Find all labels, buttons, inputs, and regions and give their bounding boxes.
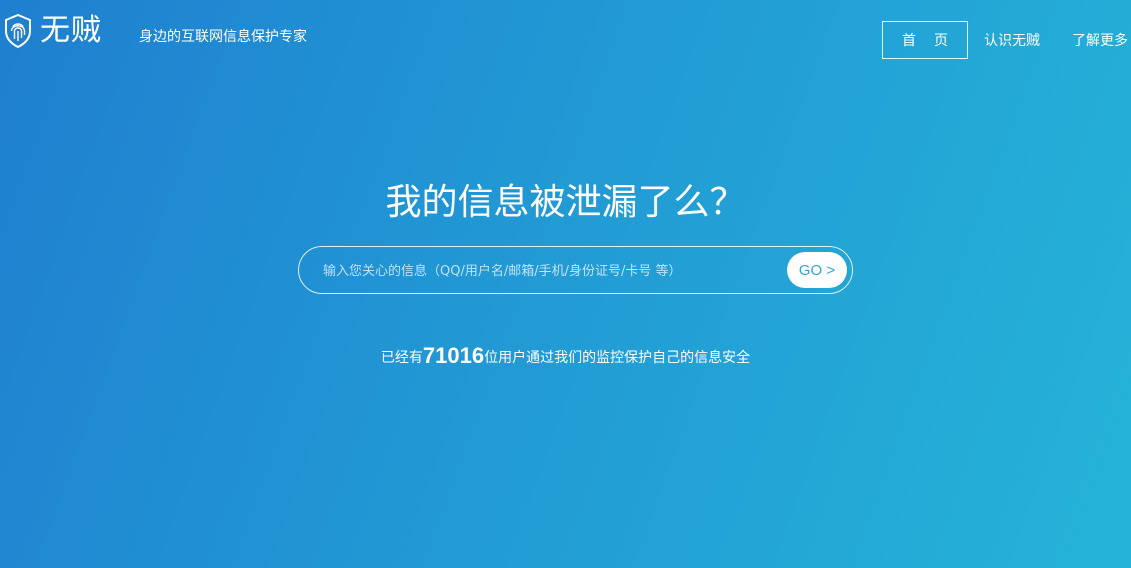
user-stats: 已经有71016位用户通过我们的监控保护自己的信息安全: [0, 342, 1131, 372]
page-title: 我的信息被泄漏了么？: [385, 182, 746, 224]
stats-suffix: 位用户通过我们的监控保护自己的信息安全: [484, 350, 751, 366]
search-input[interactable]: [321, 255, 785, 287]
header: 无贼 身边的互联网信息保护专家 首页 认识无贼 了解更多: [0, 0, 1131, 70]
nav-about-link[interactable]: 认识无贼: [984, 30, 1040, 50]
logo[interactable]: 无贼: [4, 14, 102, 48]
top-nav: 首页 认识无贼 了解更多: [882, 20, 1131, 60]
fingerprint-shield-icon: [5, 14, 31, 48]
user-count: 71016: [422, 343, 485, 368]
stats-prefix: 已经有: [380, 350, 423, 366]
search-box: GO >: [298, 246, 853, 294]
slogan: 身边的互联网信息保护专家: [139, 29, 307, 45]
nav-home-link[interactable]: 首页: [882, 21, 968, 59]
logo-text: 无贼: [40, 13, 102, 48]
nav-more-link[interactable]: 了解更多: [1072, 30, 1128, 50]
go-button[interactable]: GO >: [787, 252, 847, 288]
